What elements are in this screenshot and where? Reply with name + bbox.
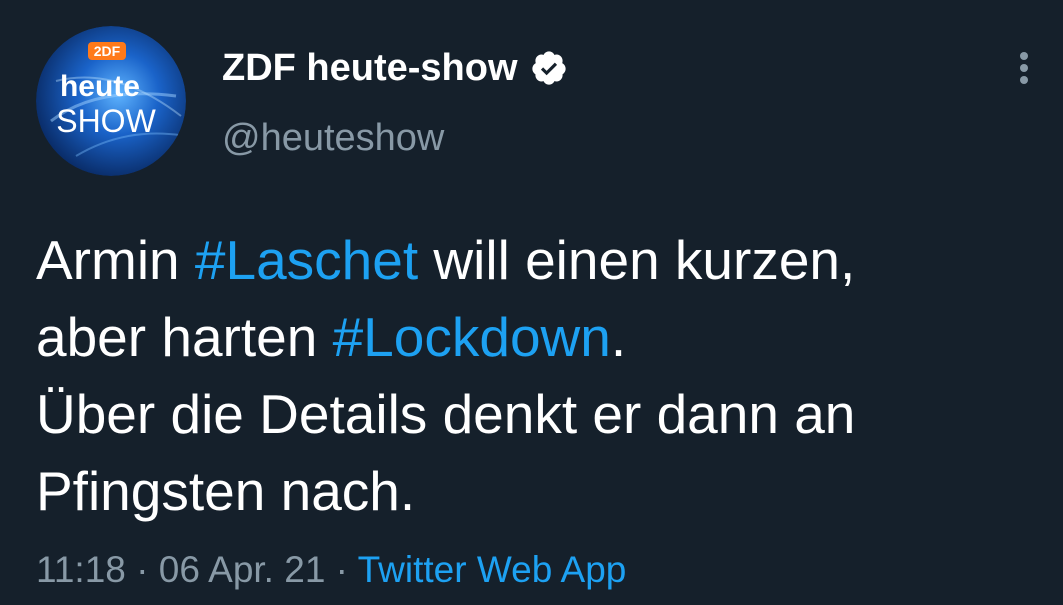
tweet-text: Armin #Laschet will einen kurzen, aber h… [36,222,1046,530]
meta-separator: · [125,549,159,590]
heute-show-logo-icon: 2DF heute SHOW [36,26,186,176]
author-name-text[interactable]: ZDF heute-show [222,44,518,92]
tweet-text-segment: Armin [36,229,195,291]
author-handle[interactable]: @heuteshow [222,114,444,162]
tweet-text-segment: will einen kurzen, [418,229,856,291]
tweet-text-segment: aber harten [36,306,333,368]
tweet-source-link[interactable]: Twitter Web App [358,549,627,590]
avatar[interactable]: 2DF heute SHOW [36,26,186,176]
vertical-ellipsis-icon [1020,52,1028,84]
tweet-line: Über die Details denkt er dann an [36,383,856,445]
tweet-date[interactable]: 06 Apr. 21 [159,549,326,590]
tweet-line: aber harten #Lockdown. [36,299,1046,376]
tweet-time[interactable]: 11:18 [36,549,126,590]
hashtag-laschet-link[interactable]: #Laschet [195,229,418,291]
meta-separator: · [325,549,358,590]
tweet-meta: 11:18 · 06 Apr. 21 · Twitter Web App [36,546,626,594]
author-display-name[interactable]: ZDF heute-show [222,44,568,92]
verified-badge-icon [531,51,566,85]
tweet-line: Pfingsten nach. [36,460,416,522]
zdf-badge-text: 2DF [94,43,121,59]
avatar-heute-text: heute [60,70,140,103]
tweet-line: Armin #Laschet will einen kurzen, [36,222,1046,299]
hashtag-lockdown-link[interactable]: #Lockdown [333,306,611,368]
more-options-button[interactable] [1004,44,1044,92]
tweet-text-segment: . [610,306,627,368]
avatar-show-text: SHOW [56,103,156,139]
